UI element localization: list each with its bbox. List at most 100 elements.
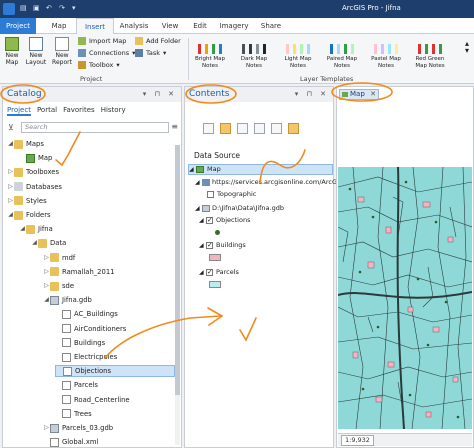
new-map-button[interactable]: New Map — [2, 37, 22, 66]
contents-map-row[interactable]: ◢ Map — [188, 164, 333, 175]
list-by-selection-icon[interactable] — [237, 123, 248, 134]
layer-template-button[interactable]: Pastel Map Notes — [368, 38, 404, 69]
tab-analysis[interactable]: Analysis — [116, 18, 152, 34]
tab-insert[interactable]: Insert — [76, 18, 114, 35]
connections-button[interactable]: Connections ▾ — [78, 49, 135, 57]
scrollbar-thumb[interactable] — [175, 145, 180, 395]
expand-arrow-icon[interactable]: ◢ — [43, 294, 50, 306]
catalog-item[interactable]: Buildings — [55, 337, 105, 349]
expand-arrow-icon[interactable]: ▷ — [7, 195, 14, 207]
list-by-drawing-order-icon[interactable] — [203, 123, 214, 134]
catalog-item[interactable]: ◢ Data — [31, 237, 66, 249]
catalog-item[interactable]: ◢ Folders — [7, 209, 51, 221]
catalog-item[interactable]: ▷ Parcels_03.gdb — [43, 422, 113, 434]
tab-edit[interactable]: Edit — [186, 18, 214, 34]
list-by-labeling-icon[interactable] — [288, 123, 299, 134]
tab-map[interactable]: Map — [44, 18, 74, 34]
collapse-arrow-icon[interactable]: ◢ — [195, 203, 202, 214]
catalog-scrollbar[interactable] — [175, 145, 180, 445]
map-scale-selector[interactable]: 1:9,932 — [341, 435, 374, 446]
collapse-arrow-icon[interactable]: ◢ — [199, 240, 206, 251]
catalog-item[interactable]: ▷ Toolboxes — [7, 166, 59, 178]
catalog-item[interactable]: ▷ Styles — [7, 195, 47, 207]
catalog-item[interactable]: ▷ sde — [43, 280, 74, 292]
pane-controls[interactable]: ▾ ⊓ ✕ — [295, 90, 329, 98]
tab-view[interactable]: View — [156, 18, 184, 34]
layer-parcels-row[interactable]: ◢ Parcels — [199, 267, 239, 278]
catalog-item[interactable]: AirConditioners — [55, 323, 126, 335]
catalog-tab-history[interactable]: History — [101, 106, 126, 116]
tab-share[interactable]: Share — [256, 18, 286, 34]
new-layout-button[interactable]: New Layout — [25, 37, 47, 66]
catalog-item[interactable]: ◢ Maps — [7, 138, 44, 150]
layer-template-button[interactable]: Red Green Map Notes — [412, 38, 448, 69]
collapse-arrow-icon[interactable]: ◢ — [199, 267, 206, 278]
layer-template-button[interactable]: Light Map Notes — [280, 38, 316, 69]
pane-controls[interactable]: ▾ ⊓ ✕ — [143, 90, 177, 98]
layer-buildings-row[interactable]: ◢ Buildings — [199, 240, 246, 251]
map-view-tab[interactable]: Map ✕ — [339, 89, 379, 100]
expand-arrow-icon[interactable]: ▷ — [7, 181, 14, 193]
collapse-arrow-icon[interactable]: ◢ — [199, 215, 206, 226]
expand-arrow-icon[interactable]: ◢ — [31, 237, 38, 249]
layer-parcels-checkbox[interactable] — [206, 267, 213, 278]
collapse-arrow-icon[interactable]: ◢ — [189, 164, 196, 175]
new-report-button[interactable]: New Report — [50, 37, 74, 66]
collapse-arrow-icon[interactable]: ◢ — [195, 177, 202, 188]
list-by-snapping-icon[interactable] — [271, 123, 282, 134]
contents-server-row[interactable]: ◢ https://services.arcgisonline.com/ArcG… — [195, 177, 343, 188]
catalog-item[interactable]: Road_Centerline — [55, 394, 130, 406]
catalog-item[interactable]: ▷ mdf — [43, 252, 75, 264]
import-map-button[interactable]: Import Map — [78, 37, 126, 45]
tab-imagery[interactable]: Imagery — [216, 18, 252, 34]
menu-icon[interactable]: ≡ — [171, 122, 178, 131]
catalog-item[interactable]: ◢ Jifna — [19, 223, 53, 235]
list-by-editing-icon[interactable] — [254, 123, 265, 134]
expand-arrow-icon[interactable]: ◢ — [7, 138, 14, 150]
gallery-scroll-button[interactable]: ▴ ▾ — [462, 40, 472, 55]
catalog-item[interactable]: Global.xml — [43, 436, 98, 448]
expand-arrow-icon[interactable]: ◢ — [7, 209, 14, 221]
contents-topographic-row[interactable]: Topographic — [207, 189, 256, 200]
tab-project[interactable]: Project — [0, 18, 36, 34]
expand-arrow-icon[interactable]: ▷ — [7, 166, 14, 178]
expand-arrow-icon[interactable]: ▷ — [43, 252, 50, 264]
qat-dropdown-icon[interactable]: ▾ — [72, 4, 80, 12]
layer-template-button[interactable]: Dark Map Notes — [236, 38, 272, 69]
catalog-item[interactable]: ◢ Jifna.gdb — [43, 294, 92, 306]
expand-arrow-icon[interactable]: ▷ — [43, 280, 50, 292]
catalog-item[interactable]: Electricpoles — [55, 351, 117, 363]
contents-gdb-row[interactable]: ◢ D:\Jifna\Data\Jifna.gdb — [195, 203, 284, 214]
layer-template-button[interactable]: Paired Map Notes — [324, 38, 360, 69]
catalog-item[interactable]: ▷ Databases — [7, 181, 62, 193]
save-icon[interactable]: ▣ — [33, 4, 41, 12]
catalog-tab-portal[interactable]: Portal — [37, 106, 57, 116]
filter-icon[interactable]: ⊻ — [8, 123, 18, 133]
catalog-tab-favorites[interactable]: Favorites — [63, 106, 95, 116]
toolbox-button[interactable]: Toolbox ▾ — [78, 61, 120, 69]
catalog-item[interactable]: AC_Buildings — [55, 308, 118, 320]
list-by-data-source-icon[interactable] — [220, 123, 231, 134]
add-folder-button[interactable]: Add Folder — [135, 37, 181, 45]
expand-arrow-icon[interactable]: ▷ — [43, 266, 50, 278]
expand-arrow-icon[interactable]: ▷ — [43, 422, 50, 434]
topographic-checkbox[interactable] — [207, 191, 214, 198]
catalog-search-input[interactable]: Search — [21, 122, 169, 133]
close-icon[interactable]: ✕ — [370, 90, 376, 99]
task-button[interactable]: Task ▾ — [135, 49, 166, 57]
expand-arrow-icon[interactable]: ◢ — [19, 223, 26, 235]
layer-buildings-checkbox[interactable] — [206, 240, 213, 251]
undo-icon[interactable]: ↶ — [46, 4, 54, 12]
layer-objections-checkbox[interactable] — [206, 215, 213, 226]
catalog-item[interactable]: Parcels — [55, 379, 98, 391]
map-canvas[interactable] — [338, 167, 472, 429]
catalog-item[interactable]: Trees — [55, 408, 92, 420]
open-icon[interactable]: ▤ — [20, 4, 28, 12]
layer-template-button[interactable]: Bright Map Notes — [192, 38, 228, 69]
catalog-tab-project[interactable]: Project — [7, 106, 31, 116]
catalog-item[interactable]: Objections — [55, 365, 175, 378]
catalog-item[interactable]: Map — [19, 152, 52, 164]
catalog-item[interactable]: ▷ Ramallah_2011 — [43, 266, 114, 278]
layer-objections-row[interactable]: ◢ Objections — [199, 215, 250, 226]
redo-icon[interactable]: ↷ — [59, 4, 67, 12]
